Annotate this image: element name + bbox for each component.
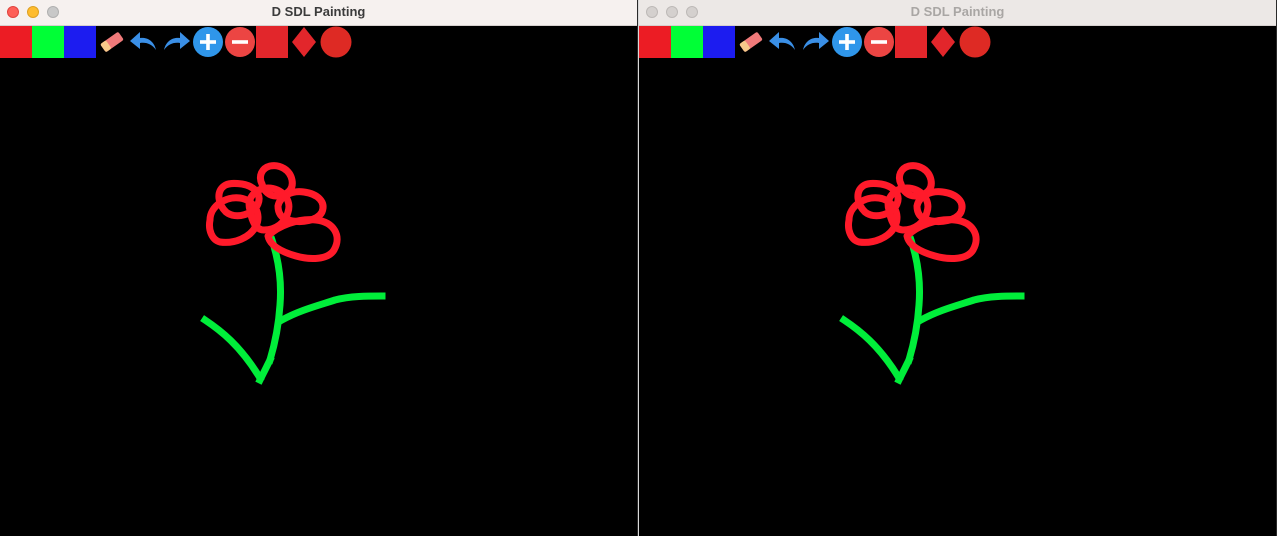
flower-drawing xyxy=(839,162,1025,385)
minus-circle-icon xyxy=(864,27,894,57)
eraser-button[interactable] xyxy=(96,26,128,58)
decrease-size-button[interactable] xyxy=(224,26,256,58)
circle-icon xyxy=(320,26,352,58)
minus-circle-icon xyxy=(225,27,255,57)
petal-stroke xyxy=(264,216,341,262)
decrease-size-button[interactable] xyxy=(863,26,895,58)
plus-circle-icon xyxy=(193,27,223,57)
eraser-button[interactable] xyxy=(735,26,767,58)
circle-icon xyxy=(959,26,991,58)
stem-stroke xyxy=(916,292,1025,325)
window-title: D SDL Painting xyxy=(271,4,366,19)
toolbar xyxy=(639,26,991,58)
color-green-swatch[interactable] xyxy=(32,26,64,58)
square-icon xyxy=(895,26,927,58)
paint-window-left: D SDL Painting xyxy=(0,0,638,536)
redo-arrow-icon xyxy=(803,32,829,50)
undo-arrow-icon xyxy=(769,32,795,50)
square-icon xyxy=(256,26,288,58)
shape-circle-button[interactable] xyxy=(959,26,991,58)
window-title: D SDL Painting xyxy=(910,4,1005,19)
title-bar[interactable]: D SDL Painting xyxy=(639,0,1276,26)
color-red-swatch[interactable] xyxy=(0,26,32,58)
color-red-swatch[interactable] xyxy=(639,26,671,58)
stem-stroke xyxy=(200,315,265,383)
stem-stroke xyxy=(265,235,284,365)
stem-stroke xyxy=(904,235,923,365)
diamond-icon xyxy=(292,27,316,57)
increase-size-button[interactable] xyxy=(831,26,863,58)
color-green-swatch[interactable] xyxy=(671,26,703,58)
undo-button[interactable] xyxy=(128,26,160,58)
toolbar xyxy=(0,26,352,58)
drawing-canvas[interactable] xyxy=(0,58,637,536)
shape-square-button[interactable] xyxy=(895,26,927,58)
undo-button[interactable] xyxy=(767,26,799,58)
stem-stroke xyxy=(839,315,904,383)
petal-stroke xyxy=(903,216,980,262)
color-blue-swatch[interactable] xyxy=(703,26,735,58)
eraser-icon xyxy=(100,32,124,52)
color-blue-swatch[interactable] xyxy=(64,26,96,58)
eraser-icon xyxy=(739,32,763,52)
plus-circle-icon xyxy=(832,27,862,57)
redo-button[interactable] xyxy=(799,26,831,58)
flower-drawing xyxy=(200,162,386,385)
increase-size-button[interactable] xyxy=(192,26,224,58)
diamond-icon xyxy=(931,27,955,57)
shape-square-button[interactable] xyxy=(256,26,288,58)
redo-button[interactable] xyxy=(160,26,192,58)
drawing-canvas[interactable] xyxy=(639,58,1276,536)
shape-diamond-button[interactable] xyxy=(927,26,959,58)
shape-diamond-button[interactable] xyxy=(288,26,320,58)
undo-arrow-icon xyxy=(130,32,156,50)
stem-stroke xyxy=(277,292,386,325)
redo-arrow-icon xyxy=(164,32,190,50)
paint-window-right: D SDL Painting xyxy=(639,0,1277,536)
shape-circle-button[interactable] xyxy=(320,26,352,58)
title-bar[interactable]: D SDL Painting xyxy=(0,0,637,26)
